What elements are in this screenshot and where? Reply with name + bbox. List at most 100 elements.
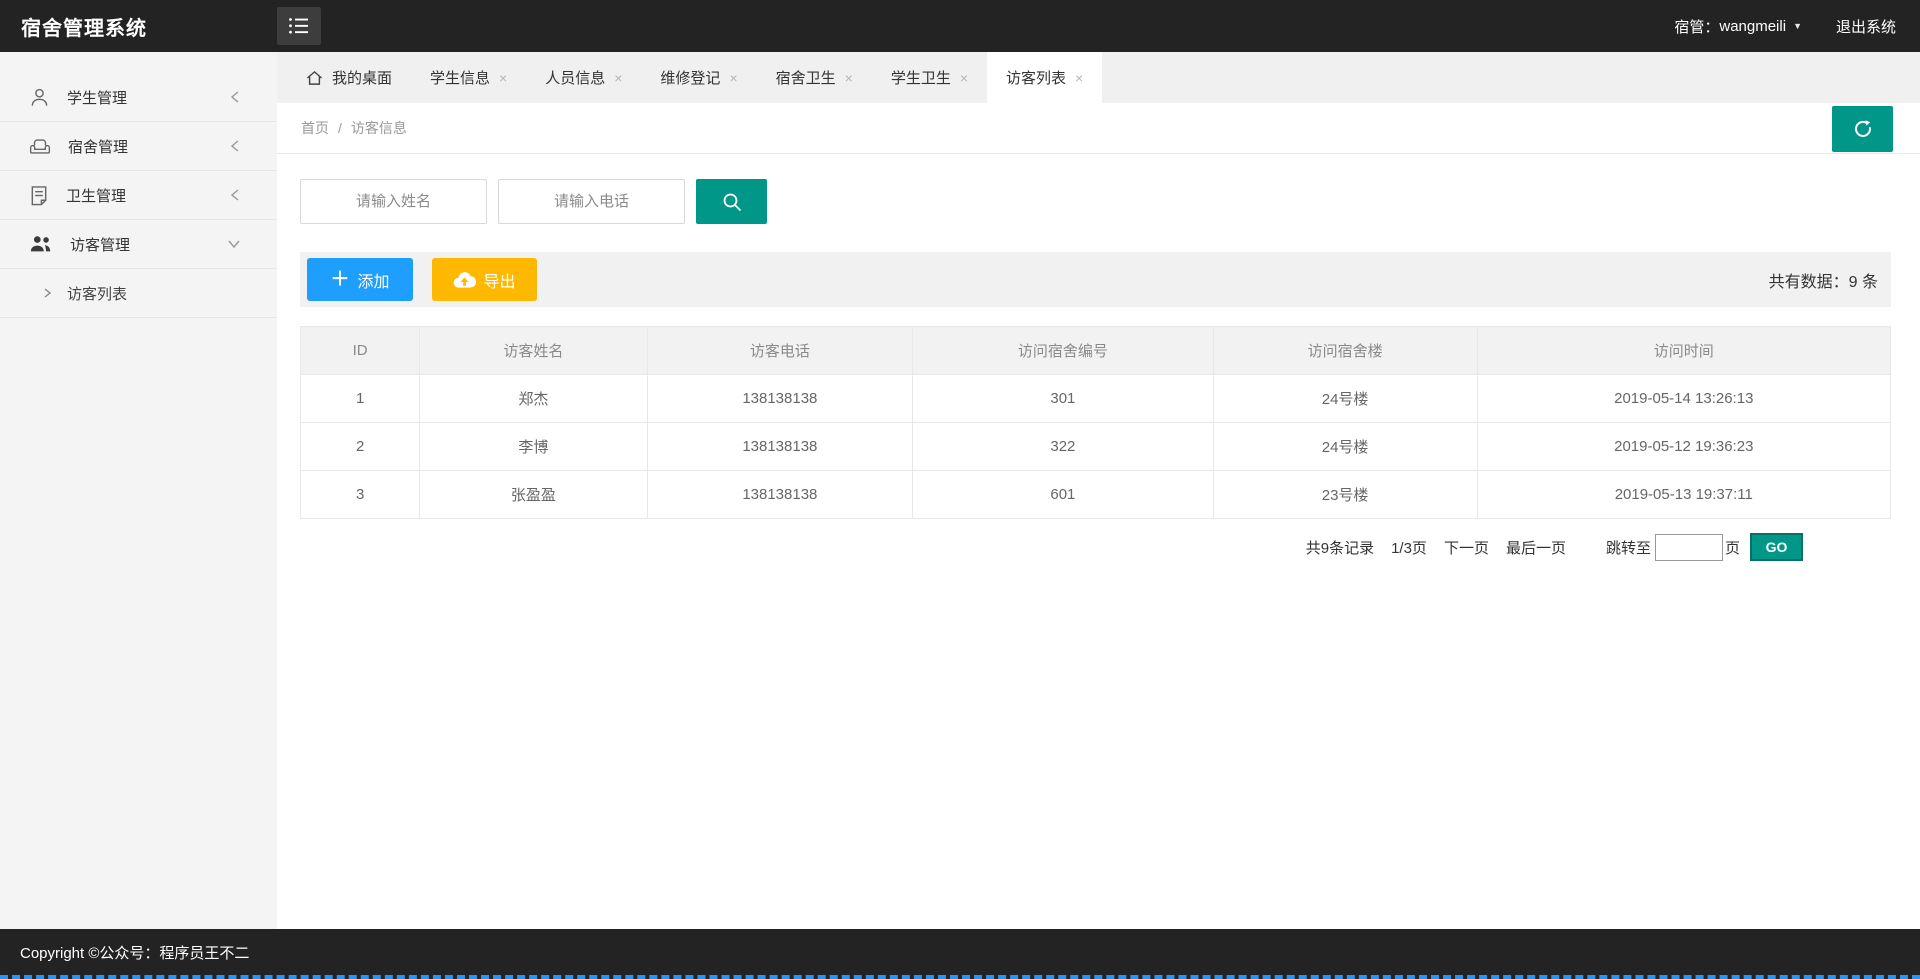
next-page-link[interactable]: 下一页 xyxy=(1444,537,1489,558)
top-bar-right: 宿管：wangmeili ▼ 退出系统 xyxy=(1674,16,1920,37)
cell-visit-time: 2019-05-13 19:37:11 xyxy=(1477,471,1890,519)
close-icon[interactable]: × xyxy=(1075,70,1083,86)
cell-dorm-number: 301 xyxy=(913,375,1214,423)
cell-dorm-number: 322 xyxy=(913,423,1214,471)
cell-visitor-name: 李博 xyxy=(420,423,647,471)
phone-search-input[interactable] xyxy=(498,179,685,224)
col-header-dorm-building: 访问宿舍楼 xyxy=(1213,327,1477,375)
cell-visitor-name: 郑杰 xyxy=(420,375,647,423)
tab-bar: 我的桌面 学生信息 × 人员信息 × 维修登记 × 宿舍卫生 × xyxy=(277,52,1920,103)
content-panel: ＋ 添加 导出 共有数据：9 条 xyxy=(277,154,1920,929)
export-button[interactable]: 导出 xyxy=(432,258,537,301)
search-button[interactable] xyxy=(696,179,767,224)
table-row[interactable]: 1 郑杰 138138138 301 24号楼 2019-05-14 13:26… xyxy=(301,375,1891,423)
cell-visit-time: 2019-05-14 13:26:13 xyxy=(1477,375,1890,423)
chevron-right-icon xyxy=(42,287,52,299)
visitor-table: ID 访客姓名 访客电话 访问宿舍编号 访问宿舍楼 访问时间 1 郑杰 1381 xyxy=(300,326,1891,519)
cell-visit-time: 2019-05-12 19:36:23 xyxy=(1477,423,1890,471)
users-icon xyxy=(29,234,53,254)
tab-label: 学生卫生 xyxy=(891,67,951,88)
user-icon xyxy=(29,87,50,108)
tab-label: 宿舍卫生 xyxy=(776,67,836,88)
sidebar-item-hygiene-management[interactable]: 卫生管理 xyxy=(0,171,277,220)
chevron-left-icon xyxy=(229,188,241,202)
tab-label: 访客列表 xyxy=(1006,67,1066,88)
breadcrumb-current: 访客信息 xyxy=(351,118,407,138)
cell-id: 1 xyxy=(301,375,420,423)
cell-visitor-phone: 138138138 xyxy=(647,423,913,471)
jump-page-input[interactable] xyxy=(1655,534,1723,561)
jump-group: 跳转至 页 GO xyxy=(1606,533,1803,561)
total-count-text: 共有数据：9 条 xyxy=(1769,268,1883,292)
jump-label: 跳转至 xyxy=(1606,537,1651,558)
add-button[interactable]: ＋ 添加 xyxy=(307,258,413,301)
tab-dorm-hygiene[interactable]: 宿舍卫生 × xyxy=(757,52,872,103)
breadcrumb-separator: / xyxy=(338,120,342,136)
cell-dorm-building: 23号楼 xyxy=(1213,471,1477,519)
sidebar-item-label: 卫生管理 xyxy=(66,185,126,206)
cell-dorm-building: 24号楼 xyxy=(1213,423,1477,471)
chevron-left-icon xyxy=(229,90,241,104)
refresh-button[interactable] xyxy=(1832,106,1893,152)
user-menu[interactable]: 宿管：wangmeili ▼ xyxy=(1674,16,1802,37)
col-header-visitor-name: 访客姓名 xyxy=(420,327,647,375)
cell-dorm-building: 24号楼 xyxy=(1213,375,1477,423)
pagination: 共9条记录 1/3页 下一页 最后一页 跳转至 页 GO xyxy=(300,533,1803,561)
tab-visitor-list[interactable]: 访客列表 × xyxy=(987,52,1102,103)
name-search-input[interactable] xyxy=(300,179,487,224)
tab-label: 人员信息 xyxy=(545,67,605,88)
tab-repair-register[interactable]: 维修登记 × xyxy=(641,52,756,103)
tab-label: 我的桌面 xyxy=(332,67,392,88)
sidebar-toggle-button[interactable] xyxy=(277,7,321,45)
middle-region: 学生管理 宿舍管理 xyxy=(0,52,1920,929)
tab-personnel-info[interactable]: 人员信息 × xyxy=(526,52,641,103)
last-page-link[interactable]: 最后一页 xyxy=(1506,537,1566,558)
cell-id: 2 xyxy=(301,423,420,471)
main-area: 我的桌面 学生信息 × 人员信息 × 维修登记 × 宿舍卫生 × xyxy=(277,52,1920,929)
chevron-down-icon xyxy=(227,238,241,250)
user-role-label: 宿管： xyxy=(1674,16,1719,37)
table-row[interactable]: 3 张盈盈 138138138 601 23号楼 2019-05-13 19:3… xyxy=(301,471,1891,519)
tab-label: 维修登记 xyxy=(660,67,720,88)
sidebar-item-visitor-list[interactable]: 访客列表 xyxy=(0,269,277,318)
breadcrumb: 首页 / 访客信息 xyxy=(277,103,1920,154)
sidebar-subitem-label: 访客列表 xyxy=(67,283,127,304)
table-row[interactable]: 2 李博 138138138 322 24号楼 2019-05-12 19:36… xyxy=(301,423,1891,471)
close-icon[interactable]: × xyxy=(960,70,968,86)
close-icon[interactable]: × xyxy=(499,70,507,86)
tab-student-hygiene[interactable]: 学生卫生 × xyxy=(872,52,987,103)
tab-student-info[interactable]: 学生信息 × xyxy=(411,52,526,103)
sidebar-item-dorm-management[interactable]: 宿舍管理 xyxy=(0,122,277,171)
close-icon[interactable]: × xyxy=(729,70,737,86)
go-button[interactable]: GO xyxy=(1750,533,1803,561)
dormitory-management-app: 宿舍管理系统 宿管：wangmeili ▼ 退出系统 xyxy=(0,0,1920,979)
col-header-visit-time: 访问时间 xyxy=(1477,327,1890,375)
sidebar-item-visitor-management[interactable]: 访客管理 xyxy=(0,220,277,269)
sidebar-item-label: 学生管理 xyxy=(67,87,127,108)
logout-button[interactable]: 退出系统 xyxy=(1836,16,1896,37)
tab-label: 学生信息 xyxy=(430,67,490,88)
chevron-down-icon: ▼ xyxy=(1793,21,1802,31)
sidebar-item-label: 访客管理 xyxy=(70,234,130,255)
page-unit-label: 页 xyxy=(1725,537,1740,558)
breadcrumb-home[interactable]: 首页 xyxy=(301,118,329,138)
table-toolbar: ＋ 添加 导出 共有数据：9 条 xyxy=(300,252,1891,307)
record-summary: 共9条记录 xyxy=(1306,537,1374,558)
app-title: 宿舍管理系统 xyxy=(0,12,277,41)
table-header-row: ID 访客姓名 访客电话 访问宿舍编号 访问宿舍楼 访问时间 xyxy=(301,327,1891,375)
tab-my-desktop[interactable]: 我的桌面 xyxy=(287,52,411,103)
hamburger-icon xyxy=(288,16,310,36)
plus-icon: ＋ xyxy=(330,270,349,289)
chevron-left-icon xyxy=(229,139,241,153)
close-icon[interactable]: × xyxy=(845,70,853,86)
add-button-label: 添加 xyxy=(358,268,390,292)
close-icon[interactable]: × xyxy=(614,70,622,86)
cell-dorm-number: 601 xyxy=(913,471,1214,519)
top-bar: 宿舍管理系统 宿管：wangmeili ▼ 退出系统 xyxy=(0,0,1920,52)
sidebar-item-student-management[interactable]: 学生管理 xyxy=(0,73,277,122)
sofa-icon xyxy=(29,136,51,157)
refresh-icon xyxy=(1853,119,1873,139)
cell-visitor-phone: 138138138 xyxy=(647,375,913,423)
home-icon xyxy=(306,70,323,86)
col-header-id: ID xyxy=(301,327,420,375)
